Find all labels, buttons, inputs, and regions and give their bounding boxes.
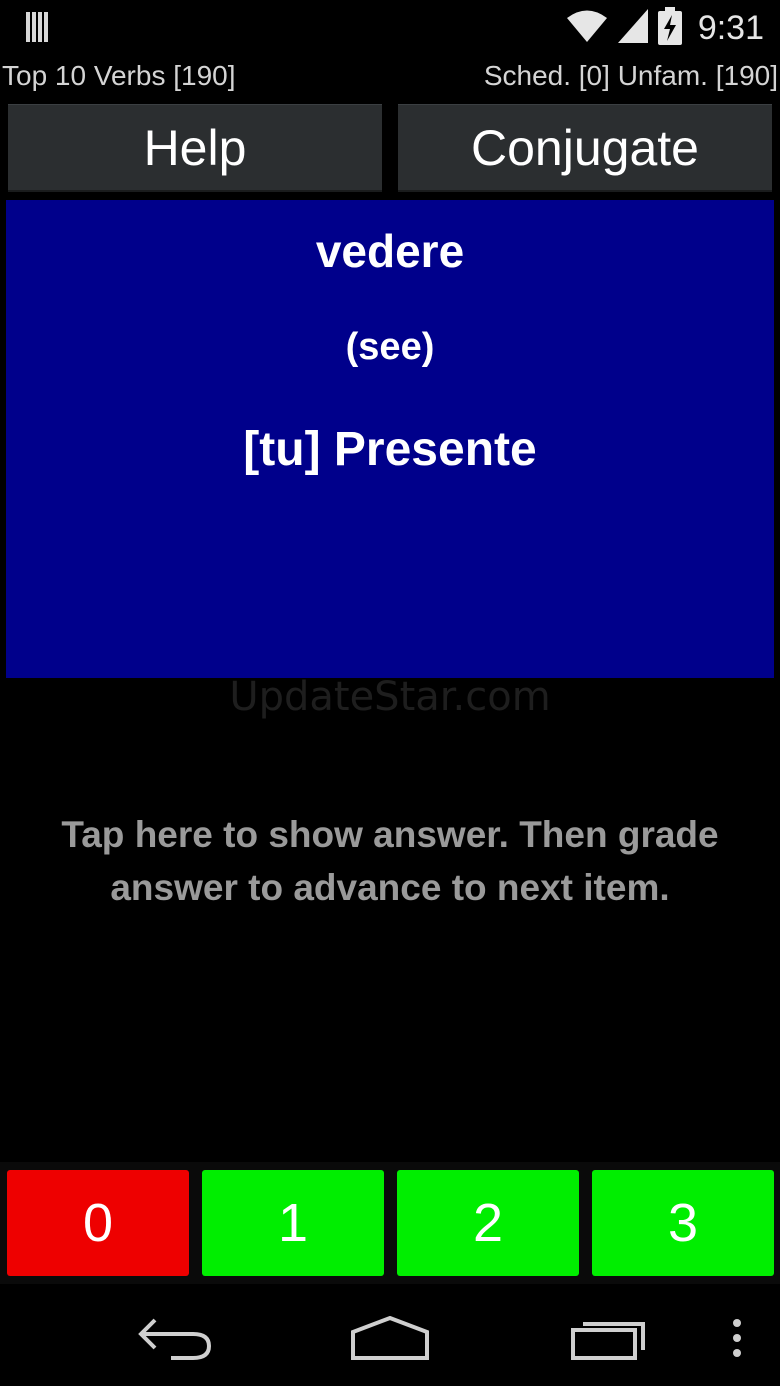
grade-2-button[interactable]: 2 (397, 1170, 579, 1276)
help-button[interactable]: Help (8, 104, 382, 192)
clock: 9:31 (697, 8, 764, 47)
flashcard[interactable]: vedere (see) [tu] Presente (6, 200, 774, 678)
grade-0-button[interactable]: 0 (7, 1170, 189, 1276)
home-icon[interactable] (344, 1310, 436, 1366)
translation-text: (see) (345, 326, 435, 368)
barcode-icon (26, 12, 52, 42)
verb-text: vedere (315, 225, 465, 277)
status-icons: 9:31 (566, 4, 764, 52)
info-line: Top 10 Verbs [190] Sched. [0] Unfam. [19… (0, 58, 780, 98)
tense-prompt: [tu] Presente (243, 423, 537, 476)
watermark: UpdateStar.com (229, 674, 551, 720)
battery-charging-icon (657, 7, 682, 49)
recents-icon[interactable] (566, 1310, 652, 1366)
back-icon[interactable] (132, 1310, 218, 1366)
conjugate-button[interactable]: Conjugate (398, 104, 772, 192)
deck-title: Top 10 Verbs [190] (2, 60, 236, 91)
grade-1-button[interactable]: 1 (202, 1170, 384, 1276)
grade-3-button[interactable]: 3 (592, 1170, 774, 1276)
overflow-menu-icon[interactable] (722, 1310, 752, 1366)
show-answer-prompt[interactable]: Tap here to show answer. Then grade answ… (30, 808, 750, 914)
signal-icon (617, 9, 648, 47)
schedule-stats: Sched. [0] Unfam. [190] (483, 60, 778, 91)
grade-bar: 0 1 2 3 (0, 1162, 780, 1284)
navigation-bar (0, 1290, 780, 1386)
status-bar: 9:31 (0, 0, 780, 56)
wifi-icon (566, 9, 608, 47)
